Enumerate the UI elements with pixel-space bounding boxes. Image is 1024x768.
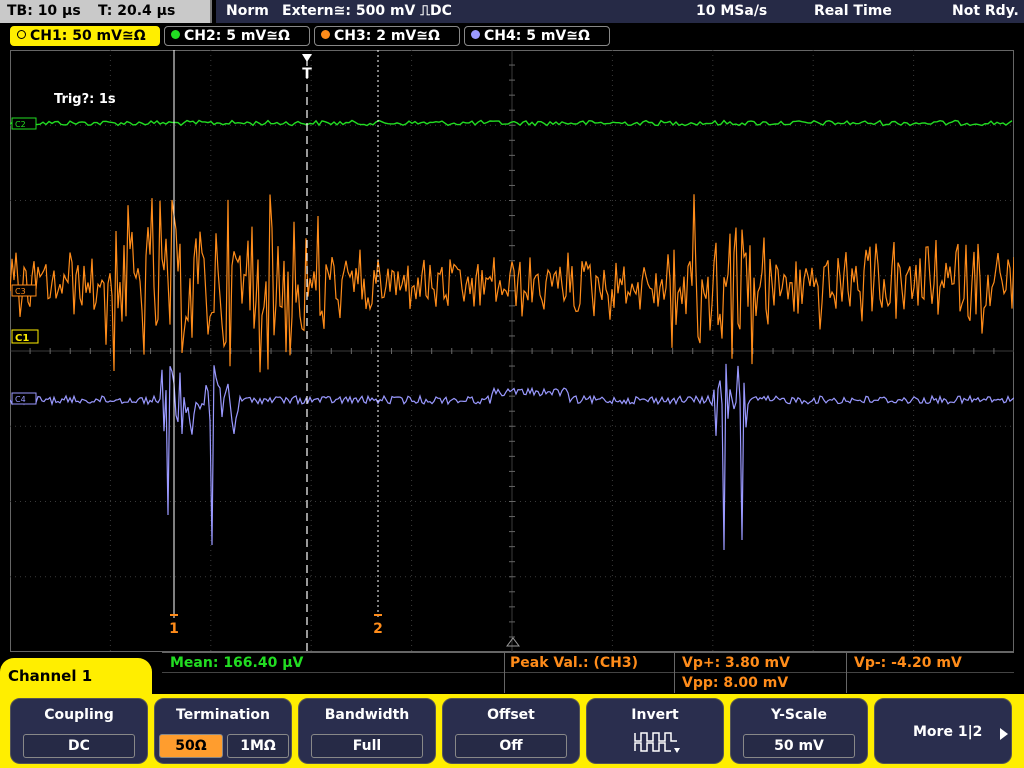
sample-rate: 10 MSa/s <box>696 3 768 19</box>
termination-softkey[interactable]: Termination 50Ω 1MΩ <box>154 698 292 764</box>
termination-50ohm-option[interactable]: 50Ω <box>159 734 223 758</box>
ch2-level-marker[interactable]: C2 <box>11 117 37 130</box>
run-state: Not Rdy. <box>952 3 1019 19</box>
offset-value[interactable]: Off <box>455 734 567 758</box>
coupling-softkey[interactable]: Coupling DC <box>10 698 148 764</box>
trigger-source: Extern≅: 500 mV ⎍DC <box>282 3 452 19</box>
termination-title: Termination <box>176 707 270 723</box>
svg-text:C1: C1 <box>15 333 29 344</box>
waveform-display[interactable]: T Trig?: 1s 1 2 C2 C3 C1 C4 <box>9 49 1015 652</box>
channel-tab-row: CH1: 50 mV≅Ω CH2: 5 mV≅Ω CH3: 2 mV≅Ω CH4… <box>0 26 1024 48</box>
ch2-indicator-icon <box>171 30 180 39</box>
waveform-graticule: T Trig?: 1s 1 2 C2 C3 C1 C4 <box>9 49 1015 652</box>
svg-text:C3: C3 <box>15 287 26 296</box>
offset-title: Offset <box>487 707 535 723</box>
measurement-panel[interactable]: Mean: 166.40 µV Peak Val.: (CH3) Vp+: 3.… <box>162 652 1014 693</box>
cursor-1-label: 1 <box>169 621 179 637</box>
acquisition-mode: Real Time <box>814 3 892 19</box>
bandwidth-softkey[interactable]: Bandwidth Full <box>298 698 436 764</box>
ch4-level-marker[interactable]: C4 <box>11 392 37 405</box>
offset-softkey[interactable]: Offset Off <box>442 698 580 764</box>
next-page-arrow-icon <box>1000 728 1008 740</box>
tab-ch2-label: CH2: 5 mV≅Ω <box>184 28 290 44</box>
trigger-marker-label: T <box>302 66 312 82</box>
peak-measurement-label: Peak Val.: (CH3) <box>510 655 639 671</box>
trigger-mode: Norm <box>226 3 269 19</box>
trigger-status: Trig?: 1s <box>54 92 116 107</box>
mean-measurement: Mean: 166.40 µV <box>170 655 304 671</box>
acquisition-status-box[interactable]: Norm Extern≅: 500 mV ⎍DC 10 MSa/s Real T… <box>216 0 1024 23</box>
tab-ch4[interactable]: CH4: 5 mV≅Ω <box>464 26 610 46</box>
more-title: More 1|2 <box>913 724 983 740</box>
invert-title: Invert <box>631 707 679 723</box>
ch3-level-marker[interactable]: C3 <box>11 284 37 297</box>
coupling-title: Coupling <box>44 707 114 723</box>
timebase-box[interactable]: TB: 10 µs T: 20.4 µs <box>0 0 212 23</box>
vp-minus-measurement: Vp-: -4.20 mV <box>854 655 962 671</box>
menu-title: Channel 1 <box>0 658 152 698</box>
vpp-measurement: Vpp: 8.00 mV <box>682 675 789 691</box>
tab-ch1-label: CH1: 50 mV≅Ω <box>30 28 146 44</box>
tab-ch4-label: CH4: 5 mV≅Ω <box>484 28 590 44</box>
top-status-bar: TB: 10 µs T: 20.4 µs Norm Extern≅: 500 m… <box>0 0 1024 24</box>
more-softkey[interactable]: More 1|2 <box>874 698 1012 764</box>
coupling-value[interactable]: DC <box>23 734 135 758</box>
bandwidth-title: Bandwidth <box>324 707 410 723</box>
vp-plus-measurement: Vp+: 3.80 mV <box>682 655 790 671</box>
ch1-level-marker[interactable]: C1 <box>11 329 39 344</box>
timebase-value: TB: 10 µs <box>7 3 81 19</box>
svg-text:C2: C2 <box>15 120 26 129</box>
tab-ch3[interactable]: CH3: 2 mV≅Ω <box>314 26 460 46</box>
ch4-indicator-icon <box>471 30 480 39</box>
termination-1mohm-option[interactable]: 1MΩ <box>227 734 289 758</box>
yscale-title: Y-Scale <box>770 707 827 723</box>
cursor-2-label: 2 <box>373 621 383 637</box>
ch3-indicator-icon <box>321 30 330 39</box>
tab-ch3-label: CH3: 2 mV≅Ω <box>334 28 440 44</box>
invert-waveform-icon <box>634 732 680 753</box>
tab-ch1[interactable]: CH1: 50 mV≅Ω <box>10 26 160 46</box>
bandwidth-value[interactable]: Full <box>311 734 423 758</box>
invert-softkey[interactable]: Invert <box>586 698 724 764</box>
ch1-indicator-icon <box>17 30 26 39</box>
yscale-value[interactable]: 50 mV <box>743 734 855 758</box>
yscale-softkey[interactable]: Y-Scale 50 mV <box>730 698 868 764</box>
softkey-menu: Coupling DC Termination 50Ω 1MΩ Bandwidt… <box>0 694 1024 768</box>
svg-text:C4: C4 <box>15 395 26 404</box>
tab-ch2[interactable]: CH2: 5 mV≅Ω <box>164 26 310 46</box>
trigger-time-value: T: 20.4 µs <box>98 3 176 19</box>
